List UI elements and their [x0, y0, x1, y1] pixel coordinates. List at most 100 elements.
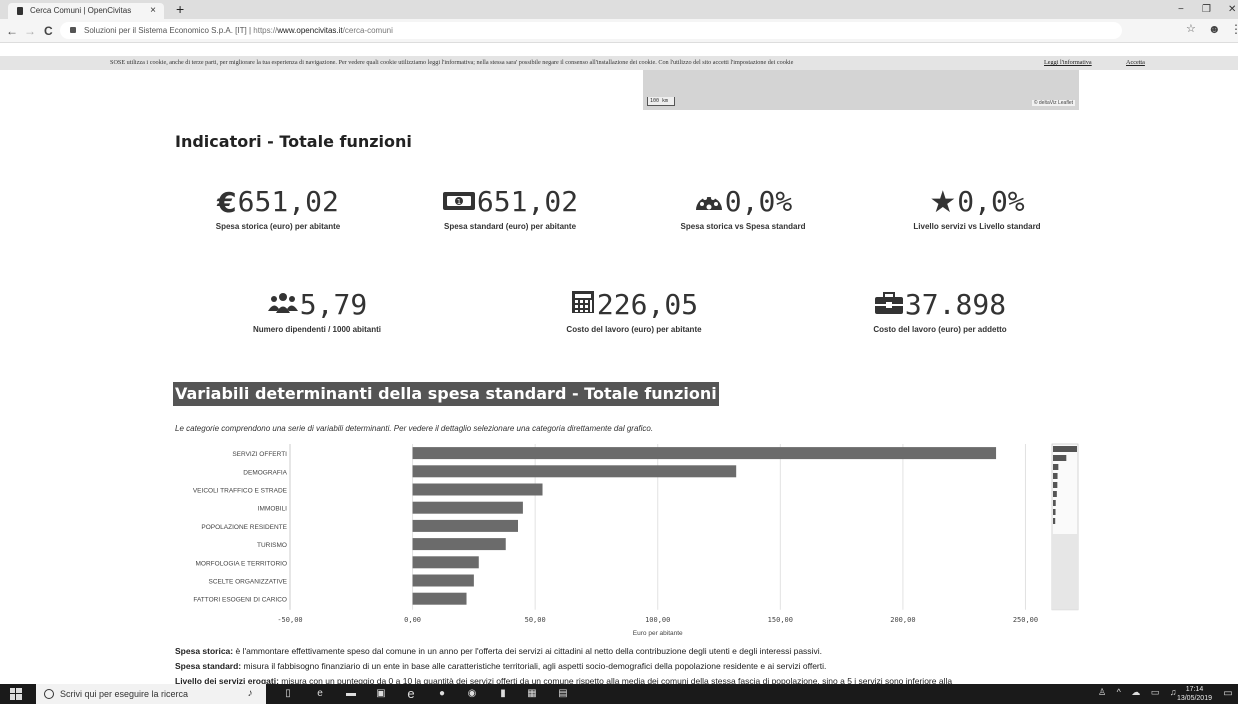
indicator-value: 651,02	[476, 185, 579, 218]
close-window-button[interactable]: ✕	[1228, 0, 1236, 19]
category-label: DEMOGRAFIA	[243, 469, 287, 476]
forward-button[interactable]: →	[24, 22, 36, 40]
euro-icon: €	[217, 186, 237, 219]
tab-title: Cerca Comuni | OpenCivitas	[30, 6, 132, 15]
x-tick-label: 200,00	[890, 616, 915, 624]
notification-icon[interactable]: ▭	[1222, 688, 1234, 700]
address-bar[interactable]: Soluzioni per il Sistema Economico S.p.A…	[60, 22, 1122, 39]
map[interactable]: 100 km © deltaViz Leaflet	[643, 70, 1079, 110]
chrome-icon[interactable]: ◉	[466, 688, 478, 700]
cookie-info-link[interactable]: Leggi l'informativa	[1044, 56, 1092, 70]
cookie-accept-link[interactable]: Accetta	[1126, 56, 1145, 70]
chart-svg: -50,00 0,00 50,00 100,00 150,00 200,00 250,00 S…	[193, 443, 1079, 637]
site-identity: Soluzioni per il Sistema Economico S.p.A…	[84, 26, 247, 35]
bar[interactable]	[412, 574, 474, 587]
indicator-label: Costo del lavoro (euro) per abitante	[566, 325, 702, 334]
navigator-shade	[1052, 534, 1078, 610]
x-tick-label: 50,00	[525, 616, 546, 624]
navigator-bar	[1053, 509, 1056, 515]
bookmark-star-icon[interactable]: ☆	[1186, 22, 1196, 35]
briefcase-icon	[874, 288, 904, 324]
category-label: SERVIZI OFFERTI	[232, 451, 287, 458]
taskbar-search[interactable]: Scrivi qui per eseguire la ricerca	[36, 684, 266, 704]
variables-description: Le categorie comprendono una serie di va…	[175, 424, 654, 433]
lock-icon	[70, 27, 76, 33]
indicator-label: Spesa standard (euro) per abitante	[443, 222, 577, 231]
navigator-bar	[1053, 464, 1059, 470]
gauge-icon	[694, 185, 724, 221]
clock-time: 17:14	[1185, 686, 1204, 693]
indicator-label: Spesa storica vs Spesa standard	[680, 222, 806, 231]
edge-icon[interactable]: e	[405, 687, 417, 700]
minimize-button[interactable]: −	[1178, 0, 1184, 19]
bar[interactable]	[412, 556, 479, 569]
page-favicon-icon	[17, 7, 23, 15]
bar[interactable]	[412, 447, 997, 460]
maximize-button[interactable]: ❐	[1202, 0, 1211, 19]
excel-icon[interactable]: ▦	[526, 688, 538, 700]
category-label: MORFOLOGIA E TERRITORIO	[196, 560, 288, 567]
url-prefix: https://	[253, 26, 278, 35]
word-icon[interactable]: ▤	[557, 688, 569, 700]
users-icon	[267, 288, 299, 324]
banknote-icon: 1	[442, 185, 476, 221]
microphone-icon[interactable]: ♪	[244, 688, 256, 700]
bar[interactable]	[412, 465, 737, 478]
task-view-icon[interactable]: ▯	[282, 688, 294, 700]
cortana-icon	[44, 689, 54, 699]
tab-close-icon[interactable]: ×	[150, 3, 156, 19]
bar[interactable]	[412, 483, 543, 496]
variables-chart[interactable]: -50,00 0,00 50,00 100,00 150,00 200,00 250,00 S…	[170, 440, 1082, 645]
category-label: IMMOBILI	[258, 506, 287, 513]
x-tick-label: 150,00	[768, 616, 793, 624]
back-button[interactable]: ←	[6, 22, 18, 40]
bar[interactable]	[412, 592, 467, 605]
indicator-value: 0,0%	[957, 185, 1025, 218]
browser-tab[interactable]: Cerca Comuni | OpenCivitas ×	[8, 3, 164, 19]
ie-icon[interactable]: e	[314, 688, 326, 700]
x-tick-label: -50,00	[277, 616, 302, 624]
taskbar-clock[interactable]: 17:14 13/05/2019	[1177, 685, 1212, 703]
new-tab-button[interactable]: +	[176, 0, 184, 19]
star-icon: ★	[929, 185, 957, 220]
clock-date: 13/05/2019	[1176, 695, 1212, 702]
definition-text: misura il fabbisogno finanziario di un e…	[241, 661, 827, 671]
system-tray-icons[interactable]: ♙ ^ ☁ ▭ ♫	[1098, 687, 1181, 698]
navigator-bar	[1053, 455, 1067, 461]
firefox-icon[interactable]: ●	[436, 688, 448, 700]
x-tick-label: 0,00	[404, 616, 421, 624]
map-attribution[interactable]: © deltaViz Leaflet	[1031, 100, 1075, 106]
profile-icon[interactable]: ☻	[1208, 22, 1221, 36]
bar[interactable]	[412, 519, 518, 532]
category-label: POPOLAZIONE RESIDENTE	[201, 524, 287, 531]
definition-spesa-storica: Spesa storica: è l'ammontare effettivame…	[175, 646, 822, 656]
indicator-label: Spesa storica (euro) per abitante	[215, 222, 341, 231]
reload-button[interactable]: C	[44, 22, 53, 40]
navigator-bar	[1053, 473, 1058, 479]
navigator-bar	[1053, 500, 1056, 506]
indicator-label: Numero dipendenti / 1000 abitanti	[252, 325, 382, 334]
indicator-value: 5,79	[299, 288, 368, 321]
windows-start-icon[interactable]	[10, 688, 22, 700]
bar[interactable]	[412, 538, 506, 551]
indicators-title: Indicatori - Totale funzioni	[175, 132, 412, 151]
cookie-banner: SOSE utilizza i cookie, anche di terze p…	[0, 56, 1238, 70]
category-label: FATTORI ESOGENI DI CARICO	[193, 597, 287, 604]
indicator-dipendenti: 5,79 Numero dipendenti / 1000 abitanti	[187, 287, 447, 334]
url-path: /cerca-comuni	[342, 26, 393, 35]
navigator-bar	[1053, 446, 1077, 452]
navigator-bar	[1053, 518, 1056, 524]
definition-term: Spesa standard:	[175, 661, 242, 671]
menu-icon[interactable]: ⋮	[1230, 22, 1238, 36]
file-explorer-icon[interactable]: ▬	[345, 688, 357, 700]
browser-toolbar: ← → C Soluzioni per il Sistema Economico…	[0, 19, 1238, 43]
outlook-icon[interactable]: ▣	[375, 688, 387, 700]
navigator-bar	[1053, 491, 1057, 497]
indicator-spesa-storica: €651,02 Spesa storica (euro) per abitant…	[148, 184, 408, 231]
calculator-icon	[570, 288, 596, 324]
indicator-value: 37.898	[904, 288, 1007, 321]
app-icon[interactable]: ▮	[497, 688, 509, 700]
definition-term: Spesa storica:	[175, 646, 234, 656]
bar[interactable]	[412, 501, 523, 514]
indicator-costo-addetto: 37.898 Costo del lavoro (euro) per addet…	[810, 287, 1070, 334]
